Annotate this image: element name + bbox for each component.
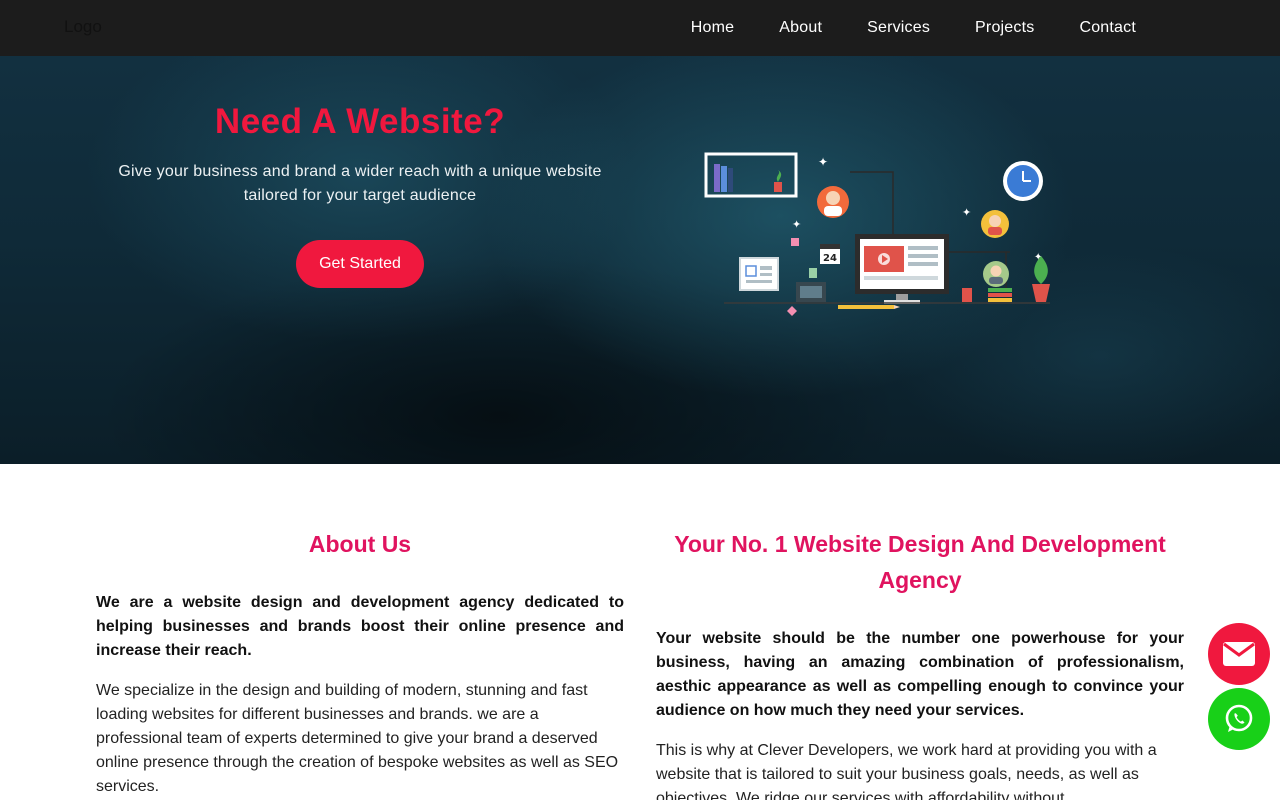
hero-section: Need A Website? Give your business and b… [0, 56, 1280, 464]
nav-link-about[interactable]: About [779, 19, 822, 37]
about-section: About Us We are a website design and dev… [96, 526, 624, 799]
nav-link-home[interactable]: Home [691, 19, 734, 37]
envelope-icon [1223, 642, 1255, 666]
hero-subtitle: Give your business and brand a wider rea… [118, 163, 602, 204]
main-nav: Home About Services Projects Contact [691, 0, 1136, 56]
navbar: Logo Home About Services Projects Contac… [0, 0, 1280, 56]
nav-link-projects[interactable]: Projects [975, 19, 1034, 37]
hero-title: Need A Website? [214, 102, 506, 141]
svg-text:✦: ✦ [792, 218, 801, 231]
calendar-day: 24 [823, 253, 837, 264]
email-float-button[interactable] [1208, 623, 1270, 685]
about-body-text: We specialize in the design and building… [96, 682, 619, 795]
agency-section: Your No. 1 Website Design And Developmen… [656, 526, 1184, 800]
agency-lead-text: Your website should be the number one po… [656, 630, 1184, 719]
nav-link-services[interactable]: Services [867, 19, 930, 37]
get-started-button[interactable]: Get Started [296, 240, 424, 288]
about-title: About Us [308, 531, 412, 557]
svg-text:✦: ✦ [818, 155, 828, 169]
agency-title: Your No. 1 Website Design And Developmen… [674, 531, 1166, 593]
logo[interactable]: Logo [64, 17, 102, 37]
whatsapp-float-button[interactable] [1208, 688, 1270, 750]
svg-text:✦: ✦ [962, 206, 971, 219]
about-lead-text: We are a website design and development … [96, 594, 624, 659]
agency-body-text: This is why at Clever Developers, we wor… [656, 742, 1157, 800]
web-design-illustration: ✦ ✦ ✦ ✦ 24 [704, 152, 1050, 316]
whatsapp-icon [1225, 704, 1253, 732]
nav-link-contact[interactable]: Contact [1079, 19, 1136, 37]
